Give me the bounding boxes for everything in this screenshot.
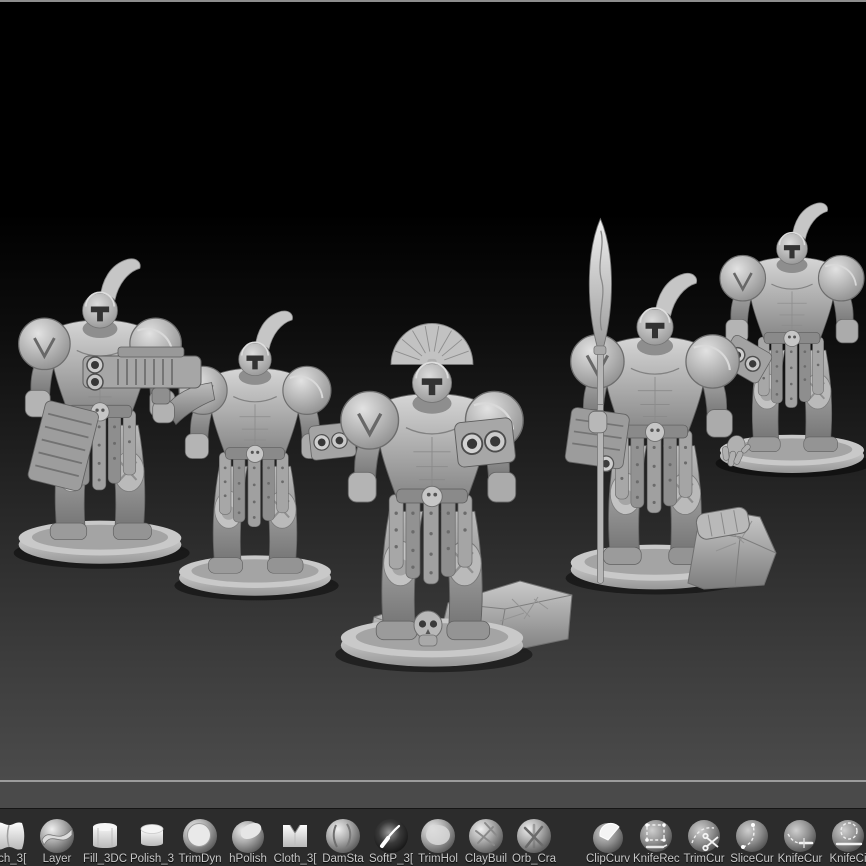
- brush-fill-3d[interactable]: Fill_3DC: [82, 816, 128, 866]
- slice-curve-brush-icon: [732, 816, 772, 856]
- brush-layer[interactable]: Layer: [34, 816, 80, 866]
- brush-label: TrimHol: [415, 853, 461, 866]
- brush-polish[interactable]: Polish_3: [129, 816, 175, 866]
- h-polish-brush-icon: [228, 816, 268, 856]
- brush-soft-paint[interactable]: SoftP_3[: [368, 816, 414, 866]
- brush-cloth[interactable]: Cloth_3[: [272, 816, 318, 866]
- brush-knife-circle[interactable]: KnifeCi: [825, 816, 866, 866]
- brush-clip-curve[interactable]: ClipCurv: [585, 816, 631, 866]
- brush-label: SliceCur: [729, 853, 775, 866]
- zbrush-window: nch_3[ Layer Fill_3DC Polish_3 TrimDyn h…: [0, 0, 866, 866]
- brush-pinch[interactable]: nch_3[: [0, 816, 32, 866]
- brush-label: ClipCurv: [585, 853, 631, 866]
- trim-hole-brush-icon: [418, 816, 458, 856]
- brush-trim-hole[interactable]: TrimHol: [415, 816, 461, 866]
- layer-brush-icon: [37, 816, 77, 856]
- brush-knife-curve[interactable]: KnifeCur: [777, 816, 823, 866]
- brush-trim-curve[interactable]: TrimCur: [681, 816, 727, 866]
- brush-tray: nch_3[ Layer Fill_3DC Polish_3 TrimDyn h…: [0, 808, 866, 866]
- fill-3d-brush-icon: [85, 816, 125, 856]
- orb-cracks-brush-icon: [514, 816, 554, 856]
- pinch-brush-icon: [0, 816, 29, 856]
- trim-dynamic-brush-icon: [180, 816, 220, 856]
- window-top-border: [0, 0, 866, 2]
- brush-label: Layer: [34, 853, 80, 866]
- brush-label: Orb_Cra: [511, 853, 557, 866]
- brush-label: TrimDyn: [177, 853, 223, 866]
- brush-label: KnifeCur: [777, 853, 823, 866]
- soft-paint-brush-icon: [371, 816, 411, 856]
- brush-label: SoftP_3[: [368, 853, 414, 866]
- brush-orb-cracks[interactable]: Orb_Cra: [511, 816, 557, 866]
- knife-rect-brush-icon: [636, 816, 676, 856]
- brush-h-polish[interactable]: hPolish: [225, 816, 271, 866]
- brush-label: KnifeRec: [633, 853, 679, 866]
- brush-label: Polish_3: [129, 853, 175, 866]
- sculpt-canvas[interactable]: [0, 3, 866, 780]
- brush-label: DamSta: [320, 853, 366, 866]
- brush-label: KnifeCi: [825, 853, 866, 866]
- brush-knife-rect[interactable]: KnifeRec: [633, 816, 679, 866]
- dam-standard-brush-icon: [323, 816, 363, 856]
- brush-label: nch_3[: [0, 853, 32, 866]
- brush-label: hPolish: [225, 853, 271, 866]
- polish-brush-icon: [132, 816, 172, 856]
- brush-label: Fill_3DC: [82, 853, 128, 866]
- canvas-lower-strip: [0, 782, 866, 808]
- brush-label: Cloth_3[: [272, 853, 318, 866]
- cloth-brush-icon: [275, 816, 315, 856]
- clip-curve-brush-icon: [588, 816, 628, 856]
- figure-legionary-elevated: [716, 203, 866, 477]
- brush-trim-dynamic[interactable]: TrimDyn: [177, 816, 223, 866]
- scene-render: [0, 3, 866, 780]
- clay-buildup-brush-icon: [466, 816, 506, 856]
- knife-curve-brush-icon: [780, 816, 820, 856]
- brush-clay-buildup[interactable]: ClayBuil: [463, 816, 509, 866]
- knife-circle-brush-icon: [828, 816, 866, 856]
- brush-dam-standard[interactable]: DamSta: [320, 816, 366, 866]
- brush-label: TrimCur: [681, 853, 727, 866]
- brush-label: ClayBuil: [463, 853, 509, 866]
- brush-slice-curve[interactable]: SliceCur: [729, 816, 775, 866]
- trim-curve-brush-icon: [684, 816, 724, 856]
